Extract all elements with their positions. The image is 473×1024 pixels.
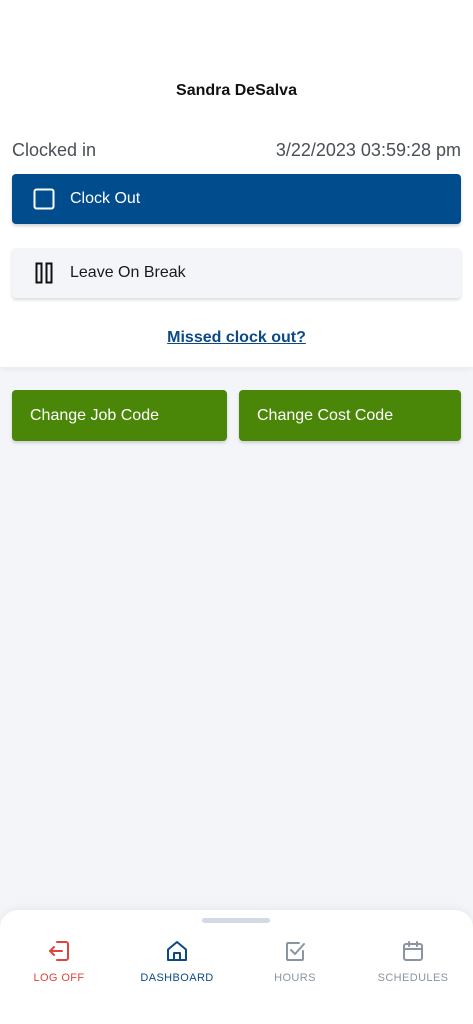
clock-out-label: Clock Out: [70, 190, 141, 207]
nav-item-log-off[interactable]: LOG OFF: [0, 938, 118, 984]
checkbox-icon: [282, 938, 308, 964]
drag-handle[interactable]: [202, 918, 270, 923]
change-cost-code-label: Change Cost Code: [257, 406, 394, 424]
change-job-code-button[interactable]: Change Job Code: [12, 390, 227, 441]
nav-item-schedules[interactable]: SCHEDULES: [354, 938, 472, 984]
clock-status-row: Clocked in 3/22/2023 03:59:28 pm: [12, 140, 461, 161]
clock-panel: Sandra DeSalva Clocked in 3/22/2023 03:5…: [0, 0, 473, 367]
nav-label-schedules: SCHEDULES: [377, 972, 449, 984]
change-cost-code-button[interactable]: Change Cost Code: [239, 390, 461, 441]
bottom-navigation: LOG OFF DASHBOARD HOURS SCHEDULES: [0, 910, 473, 1024]
calendar-icon: [400, 938, 426, 964]
log-off-icon: [46, 938, 72, 964]
leave-on-break-label: Leave On Break: [70, 264, 186, 281]
pause-icon: [32, 261, 56, 285]
stop-square-icon: [32, 187, 56, 211]
clock-timestamp: 3/22/2023 03:59:28 pm: [275, 140, 461, 160]
leave-on-break-button[interactable]: Leave On Break: [12, 248, 461, 298]
user-name: Sandra DeSalva: [176, 82, 297, 99]
missed-clock-out-link[interactable]: Missed clock out?: [0, 329, 473, 347]
clock-status-label: Clocked in: [12, 140, 97, 160]
nav-label-hours: HOURS: [274, 972, 316, 984]
nav-label-log-off: LOG OFF: [33, 972, 85, 984]
clock-out-button[interactable]: Clock Out: [12, 174, 461, 224]
nav-item-dashboard[interactable]: DASHBOARD: [118, 938, 236, 984]
nav-label-dashboard: DASHBOARD: [140, 972, 214, 984]
change-job-code-label: Change Job Code: [30, 406, 159, 424]
nav-item-hours[interactable]: HOURS: [236, 938, 354, 984]
home-icon: [164, 938, 190, 964]
